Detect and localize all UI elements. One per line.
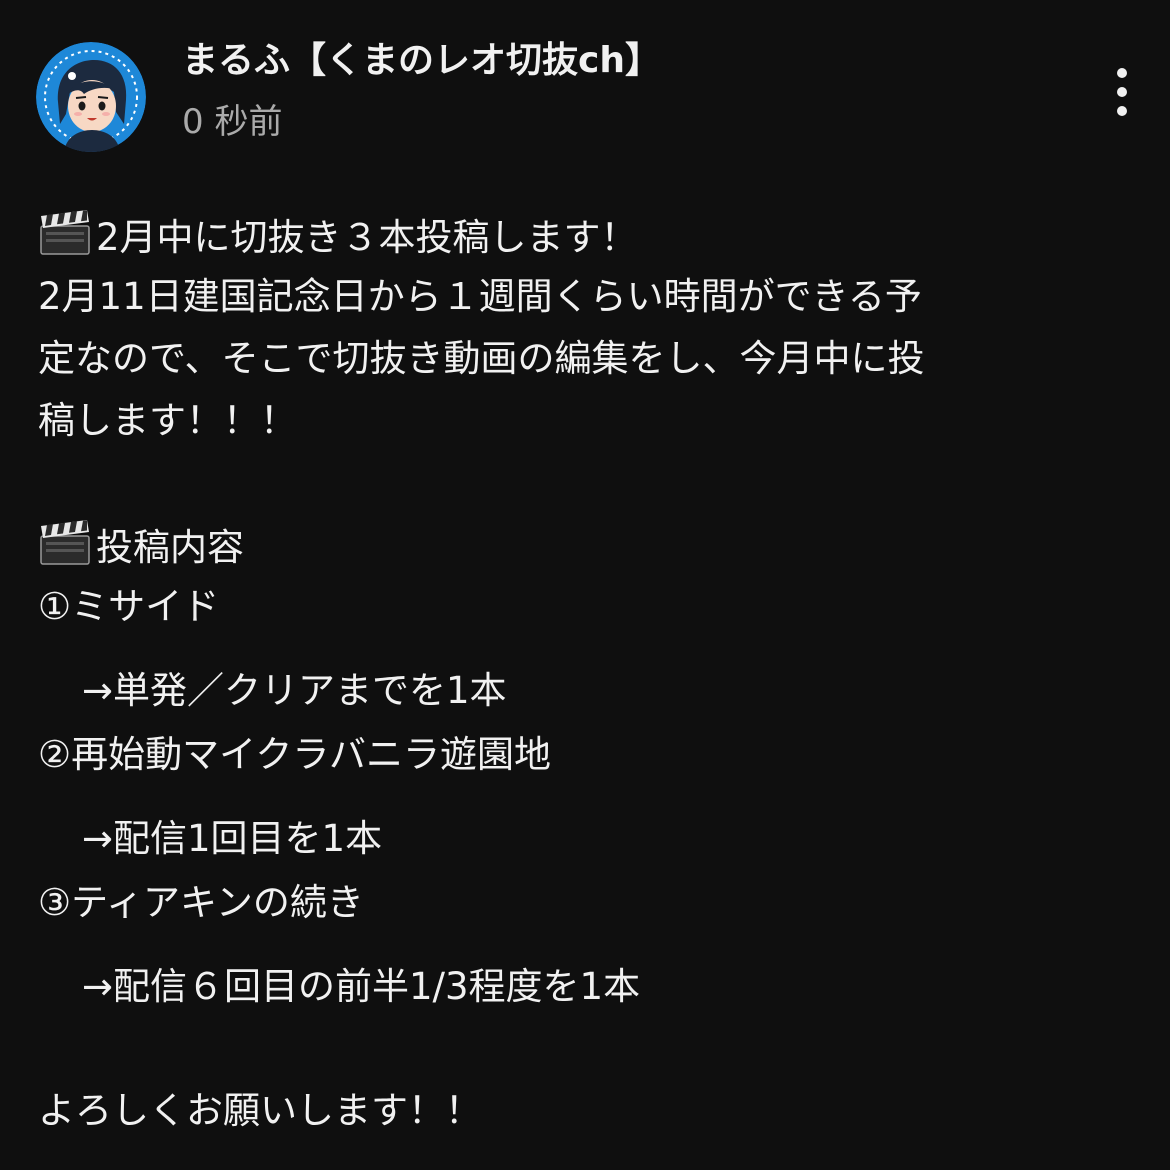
body-line-text: 2月中に切抜き３本投稿します！: [96, 216, 638, 259]
post-timestamp: 0 秒前: [182, 102, 283, 142]
body-line: 定なので、そこで切抜き動画の編集をし、今月中に投: [38, 337, 925, 380]
list-item-detail: →配信６回目の前半1/3程度を1本: [82, 965, 641, 1008]
body-line: 2月11日建国記念日から１週間くらい時間ができる予: [38, 275, 922, 318]
list-item-detail: →単発／クリアまでを1本: [82, 669, 507, 712]
channel-name[interactable]: まるふ【くまのレオ切抜ch】: [182, 38, 661, 84]
list-item: ②再始動マイクラバニラ遊園地: [38, 733, 552, 776]
body-line: 2月中に切抜き３本投稿します！: [38, 210, 638, 269]
community-post: まるふ【くまのレオ切抜ch】 0 秒前 2月中に切抜き３本投稿します！ 2月11…: [0, 0, 1170, 1170]
more-vertical-icon: [1117, 68, 1127, 116]
more-options-button[interactable]: [1096, 60, 1148, 124]
list-item: ③ティアキンの続き: [38, 881, 364, 924]
list-item-detail: →配信1回目を1本: [82, 817, 383, 860]
body-line: 稿します！！！: [38, 399, 297, 442]
clapper-board-icon: [38, 520, 92, 579]
section-heading-text: 投稿内容: [96, 526, 244, 569]
section-heading: 投稿内容: [38, 520, 244, 579]
clapper-board-icon: [38, 210, 92, 269]
closing-line: よろしくお願いします！！: [38, 1089, 482, 1132]
list-item: ①ミサイド: [38, 585, 220, 628]
channel-avatar[interactable]: [36, 42, 146, 152]
